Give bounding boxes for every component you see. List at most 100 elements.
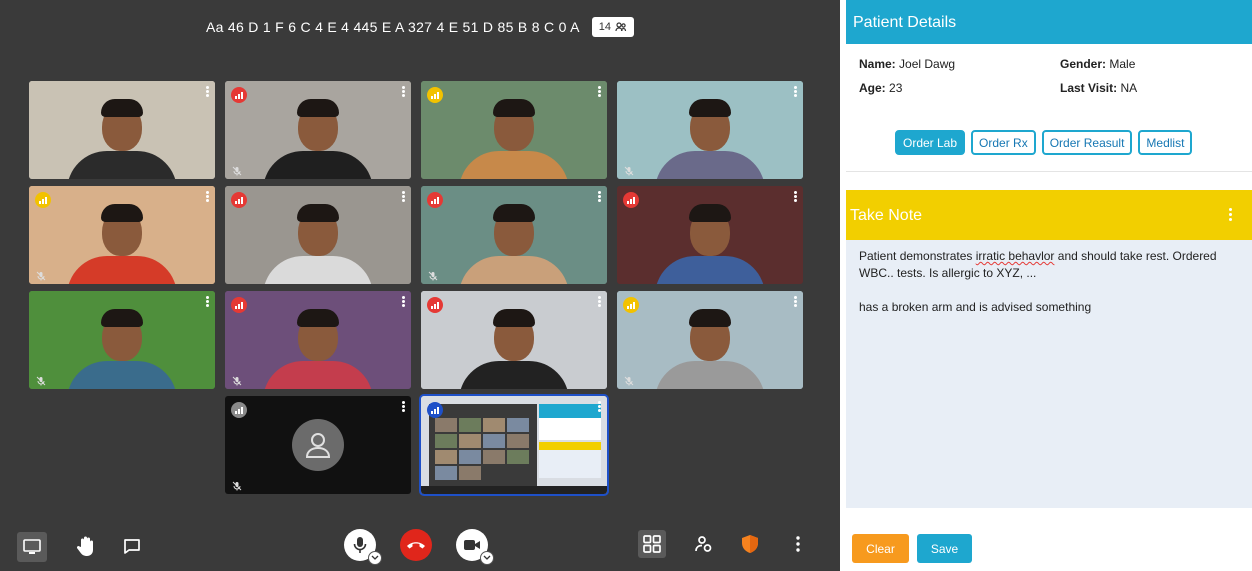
video-feed xyxy=(617,186,803,284)
call-toolbar xyxy=(0,519,840,571)
participant-tile[interactable] xyxy=(617,81,803,179)
security-button[interactable] xyxy=(738,531,762,557)
participant-tile[interactable] xyxy=(225,396,411,494)
order-lab-button[interactable]: Order Lab xyxy=(895,130,966,155)
connection-quality-icon[interactable] xyxy=(231,87,247,103)
participant-tile[interactable] xyxy=(421,186,607,284)
participants-button[interactable] xyxy=(692,532,716,556)
order-result-button[interactable]: Order Reasult xyxy=(1041,130,1133,155)
camera-icon xyxy=(464,540,480,550)
more-options-icon xyxy=(796,536,800,552)
screen-share-preview xyxy=(421,396,607,494)
participant-count-badge[interactable]: 14 xyxy=(591,17,634,37)
camera-button[interactable] xyxy=(456,529,494,565)
tile-options-icon[interactable] xyxy=(794,296,797,307)
order-buttons: Order Lab Order Rx Order Reasult Medlist xyxy=(895,130,1193,155)
patient-last-visit-label: Last Visit: xyxy=(1060,81,1118,95)
note-menu-icon[interactable] xyxy=(1229,208,1232,221)
order-rx-button[interactable]: Order Rx xyxy=(971,130,1036,155)
more-options-button[interactable] xyxy=(790,533,806,555)
video-feed xyxy=(29,291,215,389)
muted-microphone-icon xyxy=(36,373,46,386)
participant-tile[interactable] xyxy=(617,291,803,389)
tile-options-icon[interactable] xyxy=(206,86,209,97)
video-feed xyxy=(421,291,607,389)
video-feed xyxy=(421,186,607,284)
microphone-icon xyxy=(353,537,367,553)
tile-options-icon[interactable] xyxy=(794,191,797,202)
screen-share-button[interactable] xyxy=(17,532,47,562)
participant-tile[interactable] xyxy=(29,186,215,284)
patient-last-visit: Last Visit: NA xyxy=(1060,81,1137,95)
side-panel: Patient Details Name: Joel Dawg Gender: … xyxy=(846,0,1252,571)
participant-tile[interactable] xyxy=(225,186,411,284)
connection-quality-icon[interactable] xyxy=(427,87,443,103)
connection-quality-icon[interactable] xyxy=(427,402,443,418)
tile-view-button[interactable] xyxy=(638,530,666,558)
connection-quality-icon[interactable] xyxy=(623,297,639,313)
participant-tile[interactable] xyxy=(29,81,215,179)
connection-quality-icon[interactable] xyxy=(231,297,247,313)
patient-gender-value: Male xyxy=(1109,57,1136,71)
connection-quality-icon[interactable] xyxy=(427,192,443,208)
muted-microphone-icon xyxy=(624,163,634,176)
note-textarea[interactable]: Patient demonstrates irratic behavlor an… xyxy=(846,240,1252,508)
participant-tile[interactable] xyxy=(225,81,411,179)
connection-quality-icon[interactable] xyxy=(231,402,247,418)
microphone-options-chevron-icon[interactable] xyxy=(368,551,382,565)
patient-details-card: Name: Joel Dawg Gender: Male Age: 23 Las… xyxy=(846,44,1252,172)
participant-tile[interactable] xyxy=(225,291,411,389)
connection-quality-icon[interactable] xyxy=(35,192,51,208)
video-feed xyxy=(421,81,607,179)
camera-options-chevron-icon[interactable] xyxy=(480,551,494,565)
tile-options-icon[interactable] xyxy=(206,191,209,202)
participants-icon xyxy=(615,22,627,32)
tile-options-icon[interactable] xyxy=(402,401,405,412)
raise-hand-button[interactable] xyxy=(74,532,98,560)
chat-button[interactable] xyxy=(120,534,144,558)
tile-options-icon[interactable] xyxy=(402,191,405,202)
muted-microphone-icon xyxy=(428,268,438,281)
participant-tile[interactable] xyxy=(421,81,607,179)
tile-options-icon[interactable] xyxy=(794,86,797,97)
patient-age: Age: 23 xyxy=(859,81,902,95)
participant-count: 14 xyxy=(598,21,611,33)
participant-tile[interactable] xyxy=(421,291,607,389)
muted-microphone-icon xyxy=(624,373,634,386)
app-root: Aa 46 D 1 F 6 C 4 E 4 445 E A 327 4 E 51… xyxy=(0,0,1252,571)
video-feed xyxy=(225,291,411,389)
patient-age-label: Age: xyxy=(859,81,886,95)
tile-options-icon[interactable] xyxy=(598,191,601,202)
clear-button[interactable]: Clear xyxy=(852,534,909,563)
medlist-button[interactable]: Medlist xyxy=(1138,130,1193,155)
note-line-2: has a broken arm and is advised somethin… xyxy=(859,300,1092,314)
connection-quality-icon[interactable] xyxy=(623,192,639,208)
participant-tile[interactable] xyxy=(617,186,803,284)
participants-icon xyxy=(695,536,712,552)
raise-hand-icon xyxy=(76,536,93,556)
patient-gender: Gender: Male xyxy=(1060,57,1135,71)
security-shield-icon xyxy=(742,535,758,553)
connection-quality-icon[interactable] xyxy=(427,297,443,313)
tile-options-icon[interactable] xyxy=(598,296,601,307)
tile-view-icon xyxy=(643,535,661,553)
microphone-button[interactable] xyxy=(344,529,382,565)
tile-options-icon[interactable] xyxy=(598,401,601,412)
tile-options-icon[interactable] xyxy=(598,86,601,97)
muted-microphone-icon xyxy=(232,478,242,491)
video-feed xyxy=(617,81,803,179)
tile-options-icon[interactable] xyxy=(402,296,405,307)
patient-gender-label: Gender: xyxy=(1060,57,1107,71)
muted-microphone-icon xyxy=(36,268,46,281)
connection-quality-icon[interactable] xyxy=(231,192,247,208)
end-call-button[interactable] xyxy=(400,529,432,561)
tile-options-icon[interactable] xyxy=(206,296,209,307)
participant-tile[interactable] xyxy=(29,291,215,389)
participant-tile[interactable] xyxy=(419,394,609,496)
chat-icon xyxy=(124,538,140,554)
save-button[interactable]: Save xyxy=(917,534,972,563)
room-header: Aa 46 D 1 F 6 C 4 E 4 445 E A 327 4 E 51… xyxy=(0,16,840,38)
take-note-header: Take Note xyxy=(846,190,1252,240)
tile-options-icon[interactable] xyxy=(402,86,405,97)
note-misspelled-text: irratic behavlor xyxy=(975,249,1055,263)
